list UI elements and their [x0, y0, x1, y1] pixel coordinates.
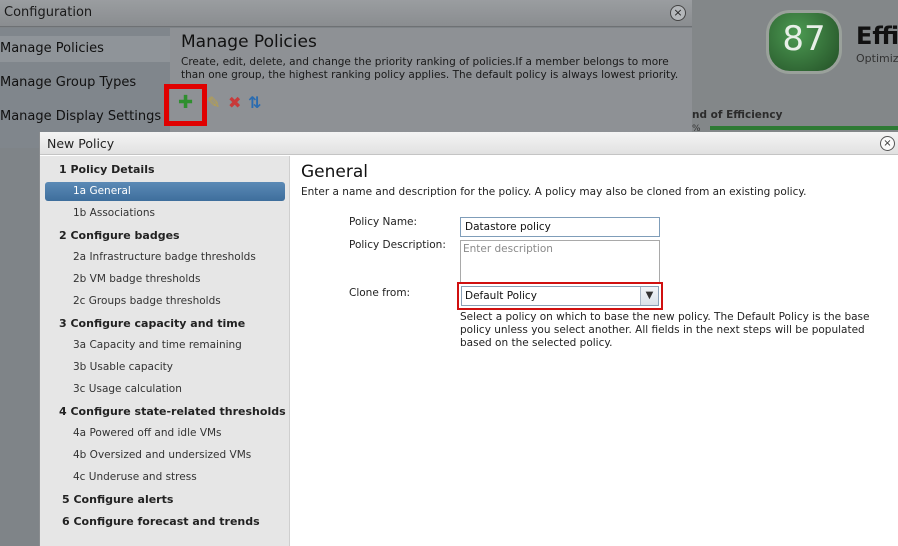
policy-name-label: Policy Name:	[349, 216, 418, 228]
efficiency-badge: 87	[766, 10, 842, 74]
policy-description-label: Policy Description:	[349, 239, 446, 251]
close-icon[interactable]: ×	[670, 5, 686, 21]
configuration-title: Configuration	[4, 5, 93, 20]
sidebar-item-manage-display-settings[interactable]: Manage Display Settings	[0, 109, 161, 124]
step-label: 1a General	[73, 185, 131, 197]
step-2c-groups-badge[interactable]: 2c Groups badge thresholds	[73, 295, 221, 307]
page-title: Manage Policies	[181, 32, 317, 52]
clone-help-text: Select a policy on which to base the new…	[460, 311, 870, 349]
step-configure-forecast[interactable]: 6 Configure forecast and trends	[62, 515, 260, 528]
pencil-icon[interactable]: ✎	[207, 94, 220, 112]
configuration-titlebar: Configuration ×	[0, 0, 692, 27]
badge-score: 87	[782, 19, 826, 59]
step-1a-general[interactable]: 1a General	[45, 182, 285, 201]
plus-icon[interactable]: ✚	[178, 94, 193, 112]
sidebar-item-manage-policies[interactable]: Manage Policies	[0, 41, 104, 56]
new-policy-dialog: New Policy × 1 Policy Details 1a General…	[39, 132, 898, 546]
policy-description-input[interactable]	[460, 240, 660, 284]
step-3b-usable-capacity[interactable]: 3b Usable capacity	[73, 361, 173, 373]
chevron-down-icon[interactable]: ▼	[640, 287, 658, 305]
general-panel: General Enter a name and description for…	[291, 156, 898, 546]
trend-label: nd of Efficiency	[692, 109, 783, 121]
step-3c-usage-calculation[interactable]: 3c Usage calculation	[73, 383, 182, 395]
step-2a-infrastructure-badge[interactable]: 2a Infrastructure badge thresholds	[73, 251, 256, 263]
wizard-steps: 1 Policy Details 1a General 1b Associati…	[40, 156, 290, 546]
step-3a-capacity-time[interactable]: 3a Capacity and time remaining	[73, 339, 242, 351]
clone-from-select[interactable]: Default Policy ▼	[461, 286, 659, 306]
general-title: General	[301, 162, 368, 182]
policy-name-input[interactable]	[460, 217, 660, 237]
close-icon[interactable]: ×	[880, 136, 895, 151]
step-4b-oversized-undersized[interactable]: 4b Oversized and undersized VMs	[73, 449, 251, 461]
badge-title: Effic	[856, 22, 898, 50]
step-2b-vm-badge[interactable]: 2b VM badge thresholds	[73, 273, 200, 285]
step-1b-associations[interactable]: 1b Associations	[73, 207, 155, 219]
badge-subtitle: Optimiz	[856, 52, 898, 65]
dialog-titlebar: New Policy ×	[40, 132, 898, 155]
step-configure-badges[interactable]: 2 Configure badges	[59, 229, 180, 242]
dialog-title: New Policy	[47, 136, 115, 151]
step-4a-powered-off-idle[interactable]: 4a Powered off and idle VMs	[73, 427, 222, 439]
clone-from-value: Default Policy	[465, 290, 537, 302]
trend-bar	[710, 126, 898, 130]
step-configure-state-thresholds[interactable]: 4 Configure state-related thresholds	[59, 405, 286, 418]
step-policy-details[interactable]: 1 Policy Details	[59, 163, 155, 176]
step-4c-underuse-stress[interactable]: 4c Underuse and stress	[73, 471, 197, 483]
page-description: Create, edit, delete, and change the pri…	[181, 56, 679, 81]
clone-from-label: Clone from:	[349, 287, 411, 299]
step-configure-alerts[interactable]: 5 Configure alerts	[62, 493, 173, 506]
up-down-arrows-icon[interactable]: ⇅	[248, 94, 261, 112]
step-configure-capacity[interactable]: 3 Configure capacity and time	[59, 317, 245, 330]
sidebar-item-manage-group-types[interactable]: Manage Group Types	[0, 75, 136, 90]
x-icon[interactable]: ✖	[228, 94, 241, 112]
general-description: Enter a name and description for the pol…	[301, 186, 807, 198]
